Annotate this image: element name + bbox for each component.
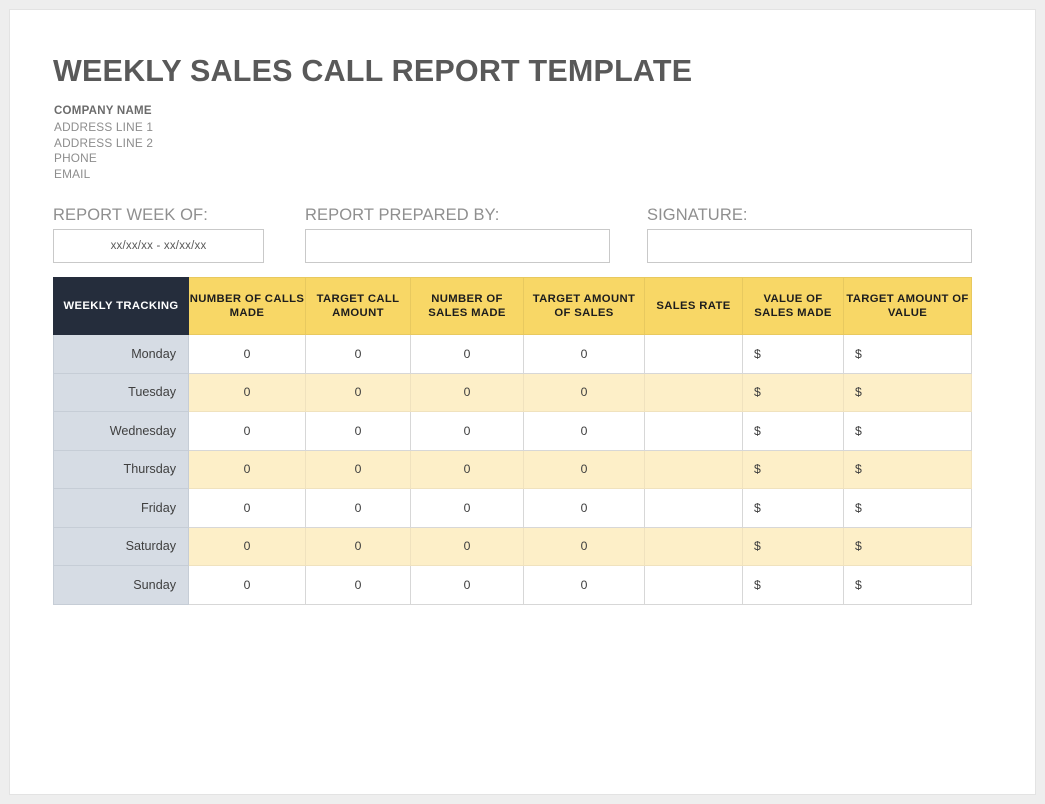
cell-target-amount-value[interactable]: $ xyxy=(843,526,972,566)
table-header-row: WEEKLY TRACKING NUMBER OF CALLS MADE TAR… xyxy=(53,277,972,335)
report-prepared-by-field-group: REPORT PREPARED BY: xyxy=(305,206,610,263)
report-week-label: REPORT WEEK OF: xyxy=(53,206,208,224)
cell-value-sales-made[interactable]: $ xyxy=(742,449,844,489)
cell-target-amount-sales[interactable]: 0 xyxy=(523,372,645,412)
cell-target-amount-sales[interactable]: 0 xyxy=(523,526,645,566)
cell-calls-made[interactable]: 0 xyxy=(188,488,306,528)
table-row: Monday 0 0 0 0 $ $ xyxy=(53,334,972,374)
signature-input[interactable] xyxy=(647,229,972,263)
cell-sales-rate[interactable] xyxy=(644,372,743,412)
cell-sales-made[interactable]: 0 xyxy=(410,372,524,412)
cell-target-amount-value[interactable]: $ xyxy=(843,449,972,489)
day-label-thursday: Thursday xyxy=(53,449,189,489)
cell-value-sales-made[interactable]: $ xyxy=(742,526,844,566)
cell-value-sales-made[interactable]: $ xyxy=(742,334,844,374)
cell-sales-made[interactable]: 0 xyxy=(410,449,524,489)
cell-calls-made[interactable]: 0 xyxy=(188,411,306,451)
company-address-line-1: ADDRESS LINE 1 xyxy=(54,119,154,134)
cell-value-sales-made[interactable]: $ xyxy=(742,372,844,412)
cell-sales-rate[interactable] xyxy=(644,449,743,489)
cell-sales-made[interactable]: 0 xyxy=(410,488,524,528)
day-label-friday: Friday xyxy=(53,488,189,528)
day-label-sunday: Sunday xyxy=(53,565,189,605)
column-header-target-call-amount: TARGET CALL AMOUNT xyxy=(305,277,411,335)
cell-calls-made[interactable]: 0 xyxy=(188,565,306,605)
cell-calls-made[interactable]: 0 xyxy=(188,372,306,412)
cell-target-amount-sales[interactable]: 0 xyxy=(523,411,645,451)
cell-target-amount-value[interactable]: $ xyxy=(843,411,972,451)
cell-value-sales-made[interactable]: $ xyxy=(742,488,844,528)
table-row: Thursday 0 0 0 0 $ $ xyxy=(53,449,972,489)
column-header-sales-rate: SALES RATE xyxy=(644,277,743,335)
page-title: WEEKLY SALES CALL REPORT TEMPLATE xyxy=(53,54,693,88)
cell-sales-rate[interactable] xyxy=(644,334,743,374)
report-prepared-by-label: REPORT PREPARED BY: xyxy=(305,206,500,224)
report-prepared-by-input[interactable] xyxy=(305,229,610,263)
company-name: COMPANY NAME xyxy=(54,105,152,117)
column-header-value-of-sales-made: VALUE OF SALES MADE xyxy=(742,277,844,335)
cell-sales-rate[interactable] xyxy=(644,411,743,451)
column-header-number-of-sales-made: NUMBER OF SALES MADE xyxy=(410,277,524,335)
table-row: Friday 0 0 0 0 $ $ xyxy=(53,488,972,528)
cell-calls-made[interactable]: 0 xyxy=(188,526,306,566)
cell-target-call-amount[interactable]: 0 xyxy=(305,449,411,489)
cell-sales-rate[interactable] xyxy=(644,565,743,605)
day-label-saturday: Saturday xyxy=(53,526,189,566)
table-row: Sunday 0 0 0 0 $ $ xyxy=(53,565,972,605)
document-page: WEEKLY SALES CALL REPORT TEMPLATE COMPAN… xyxy=(9,9,1036,795)
cell-target-amount-sales[interactable]: 0 xyxy=(523,449,645,489)
cell-target-amount-sales[interactable]: 0 xyxy=(523,565,645,605)
cell-target-amount-value[interactable]: $ xyxy=(843,488,972,528)
cell-target-call-amount[interactable]: 0 xyxy=(305,334,411,374)
cell-sales-made[interactable]: 0 xyxy=(410,565,524,605)
cell-target-call-amount[interactable]: 0 xyxy=(305,372,411,412)
cell-value-sales-made[interactable]: $ xyxy=(742,411,844,451)
day-label-wednesday: Wednesday xyxy=(53,411,189,451)
day-label-monday: Monday xyxy=(53,334,189,374)
cell-target-amount-sales[interactable]: 0 xyxy=(523,334,645,374)
cell-sales-rate[interactable] xyxy=(644,526,743,566)
column-header-target-amount-of-value: TARGET AMOUNT OF VALUE xyxy=(843,277,972,335)
cell-sales-rate[interactable] xyxy=(644,488,743,528)
company-phone: PHONE xyxy=(54,151,97,166)
cell-target-call-amount[interactable]: 0 xyxy=(305,411,411,451)
cell-target-call-amount[interactable]: 0 xyxy=(305,488,411,528)
report-week-field-group: REPORT WEEK OF: xx/xx/xx - xx/xx/xx xyxy=(53,206,264,263)
company-address-line-2: ADDRESS LINE 2 xyxy=(54,135,154,150)
report-week-input[interactable]: xx/xx/xx - xx/xx/xx xyxy=(53,229,264,263)
day-label-tuesday: Tuesday xyxy=(53,372,189,412)
cell-value-sales-made[interactable]: $ xyxy=(742,565,844,605)
signature-field-group: SIGNATURE: xyxy=(647,206,972,263)
signature-label: SIGNATURE: xyxy=(647,206,748,224)
cell-target-call-amount[interactable]: 0 xyxy=(305,526,411,566)
weekly-tracking-table: WEEKLY TRACKING NUMBER OF CALLS MADE TAR… xyxy=(53,277,972,605)
table-row: Tuesday 0 0 0 0 $ $ xyxy=(53,372,972,412)
cell-sales-made[interactable]: 0 xyxy=(410,411,524,451)
cell-calls-made[interactable]: 0 xyxy=(188,449,306,489)
column-header-weekly-tracking: WEEKLY TRACKING xyxy=(53,277,189,335)
table-row: Saturday 0 0 0 0 $ $ xyxy=(53,526,972,566)
company-info-block: COMPANY NAME ADDRESS LINE 1 ADDRESS LINE… xyxy=(54,104,153,183)
cell-target-call-amount[interactable]: 0 xyxy=(305,565,411,605)
company-email: EMAIL xyxy=(54,167,91,182)
cell-sales-made[interactable]: 0 xyxy=(410,334,524,374)
table-row: Wednesday 0 0 0 0 $ $ xyxy=(53,411,972,451)
cell-target-amount-value[interactable]: $ xyxy=(843,565,972,605)
column-header-target-amount-of-sales: TARGET AMOUNT OF SALES xyxy=(523,277,645,335)
cell-target-amount-value[interactable]: $ xyxy=(843,372,972,412)
cell-sales-made[interactable]: 0 xyxy=(410,526,524,566)
cell-calls-made[interactable]: 0 xyxy=(188,334,306,374)
cell-target-amount-value[interactable]: $ xyxy=(843,334,972,374)
cell-target-amount-sales[interactable]: 0 xyxy=(523,488,645,528)
column-header-number-of-calls-made: NUMBER OF CALLS MADE xyxy=(188,277,306,335)
